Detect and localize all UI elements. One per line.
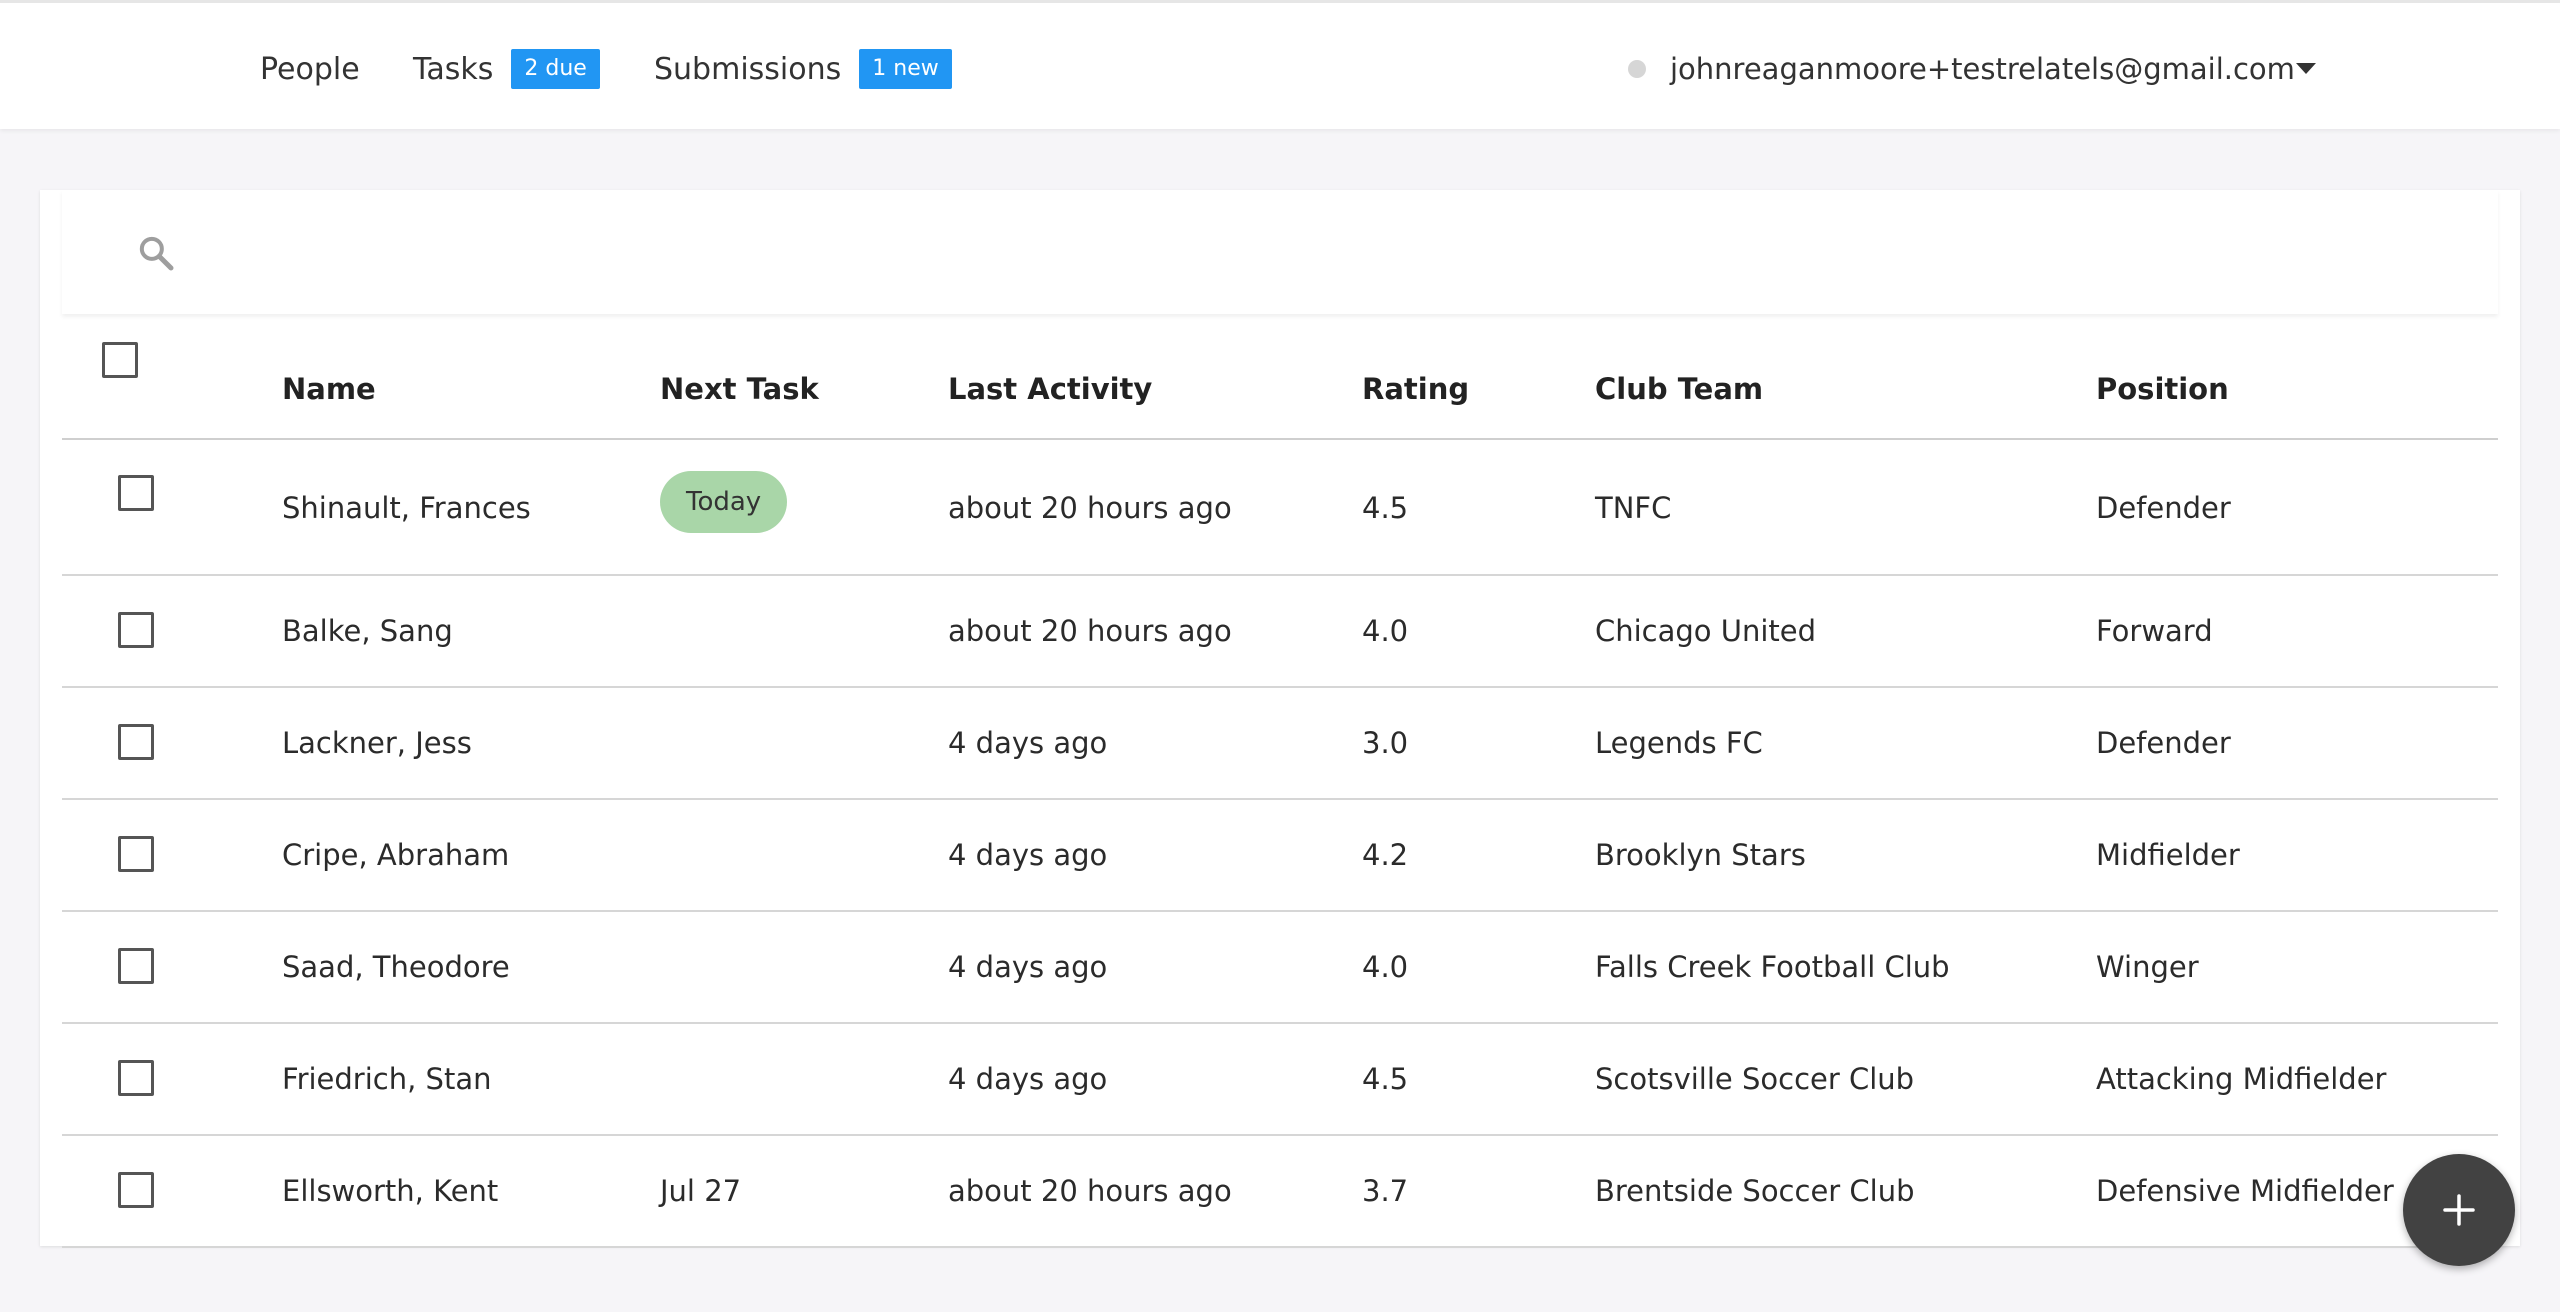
table-row[interactable]: Saad, Theodore 4 days ago 4.0 Falls Cree… [62, 912, 2498, 1024]
row-rating: 3.7 [1362, 1174, 1409, 1208]
row-last-activity: 4 days ago [948, 1062, 1108, 1096]
people-card: Name Next Task Last Activity Rating Club… [40, 190, 2520, 1248]
row-name: Balke, Sang [282, 614, 453, 648]
user-email: johnreaganmoore+testrelatels@gmail.com [1670, 52, 2295, 86]
nav-tasks-label: Tasks [413, 51, 494, 87]
header-name[interactable]: Name [282, 372, 376, 406]
plus-icon [2443, 1194, 2475, 1226]
top-navigation: People Tasks 2 due Submissions 1 new joh… [0, 0, 2560, 129]
people-table: Name Next Task Last Activity Rating Club… [62, 320, 2498, 1248]
row-club-team: Scotsville Soccer Club [1595, 1062, 1915, 1096]
row-name: Shinault, Frances [282, 491, 531, 525]
table-header: Name Next Task Last Activity Rating Club… [62, 320, 2498, 440]
row-rating: 4.0 [1362, 950, 1409, 984]
row-checkbox[interactable] [118, 612, 154, 648]
row-position: Defender [2096, 726, 2231, 760]
row-name: Lackner, Jess [282, 726, 472, 760]
row-club-team: Falls Creek Football Club [1595, 950, 1950, 984]
row-position: Winger [2096, 950, 2199, 984]
row-last-activity: about 20 hours ago [948, 614, 1232, 648]
table-row[interactable]: Balke, Sang about 20 hours ago 4.0 Chica… [62, 576, 2498, 688]
row-position: Defensive Midfielder [2096, 1174, 2394, 1208]
row-checkbox[interactable] [118, 836, 154, 872]
row-checkbox[interactable] [118, 475, 154, 511]
search-bar [62, 190, 2498, 314]
header-position[interactable]: Position [2096, 372, 2229, 406]
nav-people-label: People [260, 51, 360, 87]
row-checkbox[interactable] [118, 1060, 154, 1096]
row-name: Cripe, Abraham [282, 838, 510, 872]
header-next-task[interactable]: Next Task [660, 372, 819, 406]
table-row[interactable]: Friedrich, Stan 4 days ago 4.5 Scotsvill… [62, 1024, 2498, 1136]
row-rating: 3.0 [1362, 726, 1409, 760]
table-row[interactable]: Cripe, Abraham 4 days ago 4.2 Brooklyn S… [62, 800, 2498, 912]
row-name: Saad, Theodore [282, 950, 510, 984]
nav-submissions[interactable]: Submissions 1 new [654, 47, 952, 91]
row-club-team: Brentside Soccer Club [1595, 1174, 1915, 1208]
row-position: Defender [2096, 491, 2231, 525]
row-name: Friedrich, Stan [282, 1062, 492, 1096]
add-person-button[interactable] [2403, 1154, 2515, 1266]
tasks-due-badge: 2 due [511, 49, 600, 89]
table-row[interactable]: Ellsworth, Kent Jul 27 about 20 hours ag… [62, 1136, 2498, 1248]
row-checkbox[interactable] [118, 724, 154, 760]
nav-people[interactable]: People [260, 47, 360, 91]
row-last-activity: about 20 hours ago [948, 491, 1232, 525]
header-last-activity[interactable]: Last Activity [948, 372, 1152, 406]
row-last-activity: 4 days ago [948, 726, 1108, 760]
row-checkbox[interactable] [118, 948, 154, 984]
row-position: Midfielder [2096, 838, 2240, 872]
chevron-down-icon[interactable] [2296, 63, 2316, 74]
search-input[interactable] [192, 220, 2476, 286]
user-menu[interactable]: johnreaganmoore+testrelatels@gmail.com [1628, 47, 2295, 91]
nav-tasks[interactable]: Tasks 2 due [413, 47, 600, 91]
row-checkbox[interactable] [118, 1172, 154, 1208]
header-club-team[interactable]: Club Team [1595, 372, 1763, 406]
row-rating: 4.5 [1362, 491, 1409, 525]
submissions-new-badge: 1 new [859, 49, 952, 89]
user-status-dot [1628, 60, 1646, 78]
row-club-team: Legends FC [1595, 726, 1763, 760]
nav-submissions-label: Submissions [654, 51, 842, 87]
row-rating: 4.5 [1362, 1062, 1409, 1096]
row-last-activity: 4 days ago [948, 950, 1108, 984]
row-position: Attacking Midfielder [2096, 1062, 2387, 1096]
next-task-today-pill: Today [660, 471, 788, 533]
row-rating: 4.0 [1362, 614, 1409, 648]
row-rating: 4.2 [1362, 838, 1409, 872]
row-club-team: TNFC [1595, 491, 1672, 525]
row-last-activity: 4 days ago [948, 838, 1108, 872]
row-club-team: Brooklyn Stars [1595, 838, 1806, 872]
row-name: Ellsworth, Kent [282, 1174, 499, 1208]
row-last-activity: about 20 hours ago [948, 1174, 1232, 1208]
header-rating[interactable]: Rating [1362, 372, 1469, 406]
row-position: Forward [2096, 614, 2213, 648]
table-row[interactable]: Shinault, Frances Today about 20 hours a… [62, 440, 2498, 576]
table-row[interactable]: Lackner, Jess 4 days ago 3.0 Legends FC … [62, 688, 2498, 800]
search-icon [139, 236, 174, 271]
select-all-checkbox[interactable] [102, 342, 138, 378]
row-next-task: Jul 27 [660, 1174, 742, 1208]
row-club-team: Chicago United [1595, 614, 1817, 648]
